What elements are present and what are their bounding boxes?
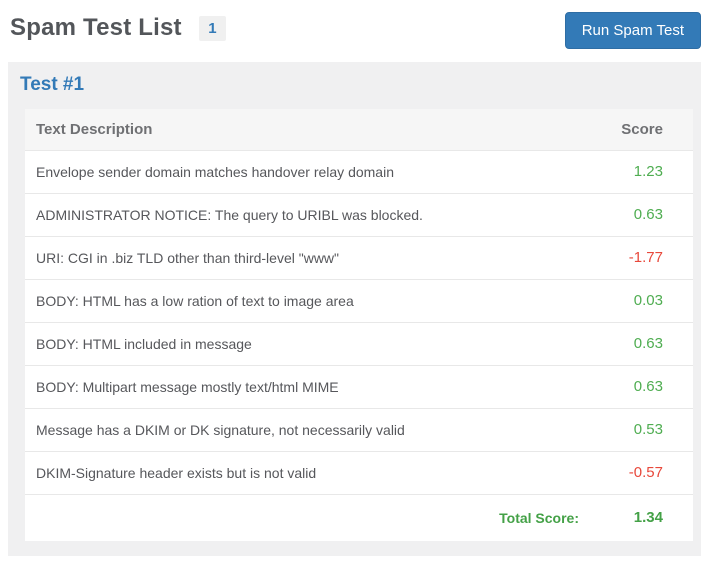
total-score-label: Total Score: [499, 509, 579, 526]
table-header-row: Text Description Score [25, 109, 693, 150]
row-score: 0.63 [633, 378, 663, 395]
table-row: ADMINISTRATOR NOTICE: The query to URIBL… [25, 193, 693, 236]
row-score: 0.53 [633, 421, 663, 438]
row-score: -0.57 [628, 464, 663, 481]
page-title: Spam Test List [10, 14, 182, 41]
row-score: -1.77 [628, 249, 663, 266]
test-panel-heading: Test #1 [20, 74, 85, 95]
row-description: BODY: HTML has a low ration of text to i… [36, 292, 354, 309]
table-row: URI: CGI in .biz TLD other than third-le… [25, 236, 693, 279]
row-description: BODY: HTML included in message [36, 335, 252, 352]
run-spam-test-button[interactable]: Run Spam Test [564, 12, 701, 49]
row-score: 0.63 [633, 206, 663, 223]
row-description: Message has a DKIM or DK signature, not … [36, 421, 405, 438]
spam-test-table-body: Envelope sender domain matches handover … [25, 150, 693, 541]
row-description: Envelope sender domain matches handover … [36, 163, 394, 180]
total-score-row: Total Score: 1.34 [25, 494, 693, 541]
row-description: URI: CGI in .biz TLD other than third-le… [36, 249, 340, 266]
row-description: DKIM-Signature header exists but is not … [36, 464, 317, 481]
column-header-score: Score [621, 120, 663, 138]
table-row: Envelope sender domain matches handover … [25, 150, 693, 193]
row-score: 1.23 [633, 163, 663, 180]
table-row: BODY: HTML has a low ration of text to i… [25, 279, 693, 322]
row-description: ADMINISTRATOR NOTICE: The query to URIBL… [36, 206, 423, 223]
table-row: BODY: HTML included in message 0.63 [25, 322, 693, 365]
row-score: 0.03 [633, 292, 663, 309]
page-header: Spam Test List 1 Run Spam Test [0, 0, 709, 62]
row-score: 0.63 [633, 335, 663, 352]
row-description: BODY: Multipart message mostly text/html… [36, 378, 339, 395]
table-row: DKIM-Signature header exists but is not … [25, 451, 693, 494]
total-score-value: 1.34 [633, 509, 663, 527]
table-row: BODY: Multipart message mostly text/html… [25, 365, 693, 408]
test-panel: Test #1 Text Description Score Envelope … [8, 62, 701, 556]
table-row: Message has a DKIM or DK signature, not … [25, 408, 693, 451]
spam-score-table: Text Description Score Envelope sender d… [25, 109, 693, 541]
test-count-badge: 1 [199, 15, 226, 41]
column-header-description: Text Description [36, 120, 153, 138]
score-table-wrapper: Text Description Score Envelope sender d… [8, 109, 701, 541]
